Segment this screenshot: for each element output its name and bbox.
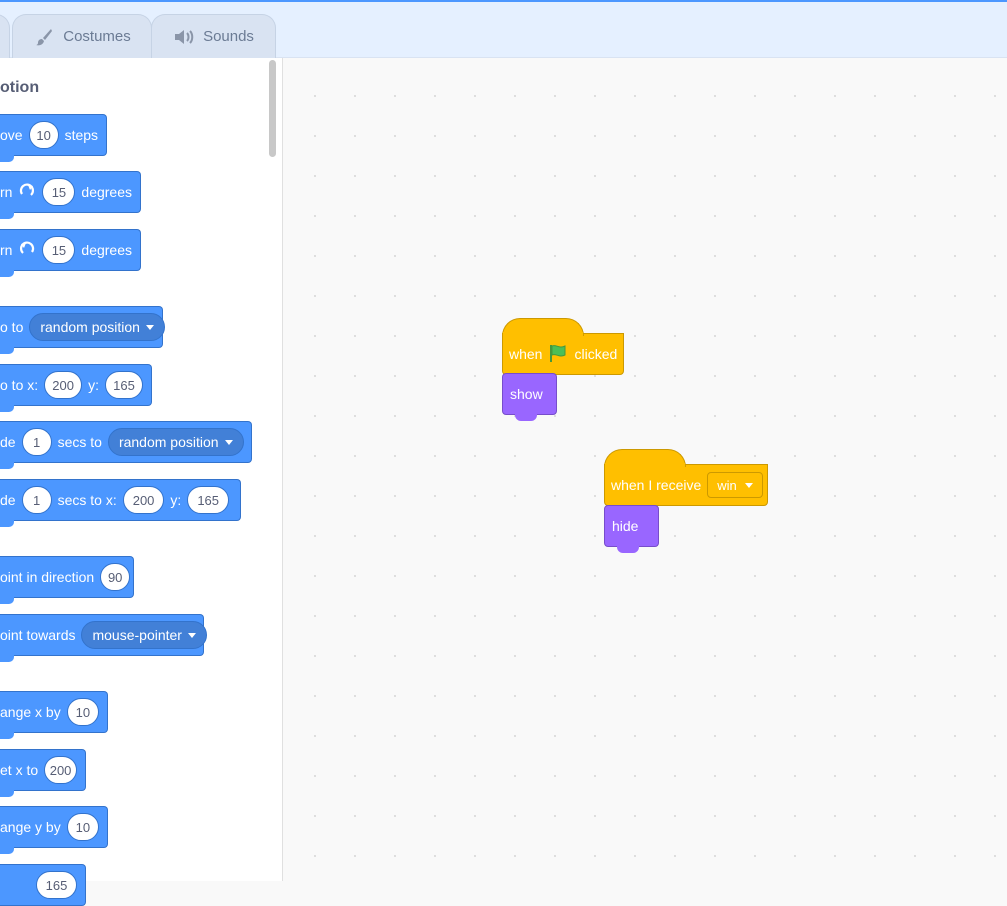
block-text: clicked bbox=[574, 346, 618, 362]
block-text: degrees bbox=[81, 184, 132, 200]
caret-down-icon bbox=[145, 324, 154, 330]
tab-sounds[interactable]: Sounds bbox=[151, 14, 276, 58]
block-text: o to x: bbox=[0, 377, 39, 393]
rotate-left-icon bbox=[18, 240, 36, 261]
block-glide-to-xy[interactable]: de 1 secs to x: 200 y: 165 bbox=[0, 479, 241, 527]
tab-sounds-label: Sounds bbox=[203, 28, 254, 45]
hat-when-i-receive[interactable]: when I receive win bbox=[604, 449, 768, 506]
category-title: otion bbox=[0, 79, 40, 96]
y-set-input[interactable]: 165 bbox=[36, 871, 77, 899]
block-text: when I receive bbox=[611, 477, 702, 493]
dropdown-value: random position bbox=[118, 434, 219, 450]
block-turn-left[interactable]: rn 15 degrees bbox=[0, 229, 141, 277]
degrees-input[interactable]: 15 bbox=[42, 236, 76, 264]
block-text: rn bbox=[0, 184, 13, 200]
block-change-x[interactable]: ange x by 10 bbox=[0, 691, 108, 739]
tab-code[interactable] bbox=[0, 14, 10, 58]
dropdown-value: random position bbox=[40, 319, 140, 335]
block-text: degrees bbox=[81, 242, 132, 258]
block-glide-to[interactable]: de 1 secs to random position bbox=[0, 421, 252, 469]
brush-icon bbox=[33, 27, 55, 47]
steps-input[interactable]: 10 bbox=[28, 121, 59, 149]
tab-costumes[interactable]: Costumes bbox=[12, 14, 152, 58]
block-move-steps[interactable]: ove 10 steps bbox=[0, 114, 107, 162]
block-change-y[interactable]: ange y by 10 bbox=[0, 806, 108, 854]
tab-costumes-label: Costumes bbox=[63, 28, 131, 45]
block-text: oint in direction bbox=[0, 569, 95, 585]
block-text: y: bbox=[170, 492, 182, 508]
block-text: de bbox=[0, 492, 16, 508]
block-text: steps bbox=[64, 127, 99, 143]
caret-down-icon bbox=[187, 632, 196, 638]
block-point-direction[interactable]: oint in direction 90 bbox=[0, 556, 134, 604]
target-dropdown[interactable]: random position bbox=[29, 313, 165, 341]
palette-scrollbar[interactable] bbox=[269, 60, 276, 157]
x-change-input[interactable]: 10 bbox=[66, 698, 99, 726]
block-text: de bbox=[0, 434, 16, 450]
block-hide[interactable]: hide bbox=[604, 505, 659, 553]
block-text: when bbox=[509, 346, 543, 362]
block-text: oint towards bbox=[0, 627, 76, 643]
block-text: ove bbox=[0, 127, 23, 143]
block-set-x[interactable]: et x to 200 bbox=[0, 749, 86, 797]
x-input[interactable]: 200 bbox=[122, 486, 165, 514]
rotate-right-icon bbox=[18, 182, 36, 203]
block-text: y: bbox=[88, 377, 100, 393]
dropdown-value: win bbox=[717, 477, 737, 493]
block-go-to-xy[interactable]: o to x: 200 y: 165 bbox=[0, 364, 152, 412]
direction-input[interactable]: 90 bbox=[100, 563, 131, 591]
block-text: o to bbox=[0, 319, 24, 335]
block-set-y[interactable]: 165 bbox=[0, 864, 86, 906]
block-text: ange y by bbox=[0, 819, 61, 835]
x-set-input[interactable]: 200 bbox=[44, 756, 77, 784]
y-input[interactable]: 165 bbox=[105, 371, 143, 399]
block-text: hide bbox=[612, 518, 639, 534]
speaker-icon bbox=[173, 27, 195, 47]
block-point-towards[interactable]: oint towards mouse-pointer bbox=[0, 614, 207, 662]
y-change-input[interactable]: 10 bbox=[66, 813, 99, 841]
block-show[interactable]: show bbox=[502, 373, 557, 421]
message-dropdown[interactable]: win bbox=[707, 472, 763, 498]
green-flag-icon bbox=[548, 343, 568, 366]
secs-input[interactable]: 1 bbox=[21, 428, 52, 456]
block-text: secs to x: bbox=[57, 492, 117, 508]
degrees-input[interactable]: 15 bbox=[42, 178, 76, 206]
block-text: et x to bbox=[0, 762, 39, 778]
target-dropdown[interactable]: random position bbox=[107, 428, 244, 456]
secs-input[interactable]: 1 bbox=[21, 486, 52, 514]
block-turn-right[interactable]: rn 15 degrees bbox=[0, 171, 141, 219]
caret-down-icon bbox=[224, 439, 233, 445]
block-text: secs to bbox=[57, 434, 102, 450]
hat-when-flag-clicked[interactable]: when clicked bbox=[502, 318, 624, 375]
dropdown-value: mouse-pointer bbox=[92, 627, 182, 643]
block-text: ange x by bbox=[0, 704, 61, 720]
editor-tabbar: Costumes Sounds bbox=[0, 2, 1007, 58]
block-go-to[interactable]: o to random position bbox=[0, 306, 165, 354]
caret-down-icon bbox=[744, 482, 753, 488]
x-input[interactable]: 200 bbox=[44, 371, 83, 399]
y-input[interactable]: 165 bbox=[187, 486, 230, 514]
block-text: rn bbox=[0, 242, 13, 258]
block-text: show bbox=[510, 386, 543, 402]
towards-dropdown[interactable]: mouse-pointer bbox=[81, 621, 207, 649]
